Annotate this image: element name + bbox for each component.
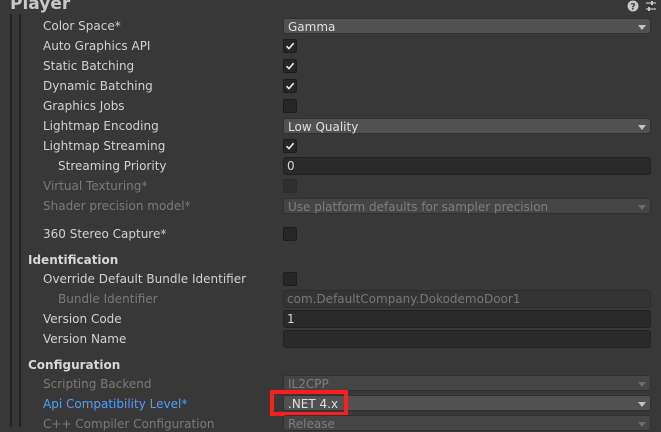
override-bundle-label: Override Default Bundle Identifier	[43, 272, 247, 286]
override-bundle-checkbox[interactable]	[283, 272, 297, 286]
dynamic-batching-checkbox[interactable]	[283, 79, 297, 93]
lightmap-encoding-label: Lightmap Encoding	[43, 119, 159, 133]
version-code-label: Version Code	[43, 312, 122, 326]
svg-text:?: ?	[630, 3, 635, 13]
help-icon[interactable]: ?	[627, 0, 639, 12]
stereo-capture-label: 360 Stereo Capture*	[43, 227, 167, 241]
color-space-label: Color Space*	[43, 19, 121, 33]
version-name-input[interactable]	[283, 330, 651, 348]
chevron-down-icon	[638, 125, 646, 130]
bundle-identifier-input: com.DefaultCompany.DokodemoDoor1	[283, 290, 651, 308]
indent-guide	[10, 14, 12, 427]
api-compat-label: Api Compatibility Level*	[43, 397, 188, 411]
version-code-input[interactable]: 1	[283, 310, 651, 328]
dynamic-batching-label: Dynamic Batching	[43, 79, 153, 93]
shader-precision-value: Use platform defaults for sampler precis…	[288, 200, 549, 214]
chevron-down-icon	[638, 382, 646, 387]
version-name-label: Version Name	[43, 332, 127, 346]
color-space-value: Gamma	[288, 20, 336, 34]
graphics-jobs-label: Graphics Jobs	[43, 99, 125, 113]
virtual-texturing-checkbox	[283, 179, 297, 193]
scripting-backend-value: IL2CPP	[288, 377, 329, 391]
static-batching-checkbox[interactable]	[283, 59, 297, 73]
identification-header: Identification	[28, 253, 119, 267]
indent-guide	[19, 14, 21, 427]
virtual-texturing-label: Virtual Texturing*	[43, 179, 148, 193]
static-batching-label: Static Batching	[43, 59, 135, 73]
cpp-compiler-label: C++ Compiler Configuration	[43, 417, 215, 431]
stereo-capture-checkbox[interactable]	[283, 227, 297, 241]
streaming-priority-input[interactable]: 0	[283, 157, 651, 175]
auto-graphics-api-label: Auto Graphics API	[43, 39, 151, 53]
checkmark-icon	[285, 42, 295, 50]
page-title: Player	[10, 0, 71, 14]
lightmap-encoding-dropdown[interactable]: Low Quality	[283, 118, 651, 134]
lightmap-encoding-value: Low Quality	[288, 120, 359, 134]
cpp-compiler-dropdown: Release	[283, 415, 651, 431]
checkmark-icon	[285, 142, 295, 150]
shader-precision-dropdown: Use platform defaults for sampler precis…	[283, 198, 651, 214]
streaming-priority-label: Streaming Priority	[58, 159, 167, 173]
configuration-header: Configuration	[28, 358, 121, 372]
auto-graphics-api-checkbox[interactable]	[283, 39, 297, 53]
color-space-dropdown[interactable]: Gamma	[283, 18, 651, 34]
lightmap-streaming-checkbox[interactable]	[283, 139, 297, 153]
lightmap-streaming-label: Lightmap Streaming	[43, 139, 166, 153]
scripting-backend-label: Scripting Backend	[43, 377, 152, 391]
annotation-highlight-box	[270, 390, 348, 416]
bundle-identifier-label: Bundle Identifier	[58, 292, 158, 306]
chevron-down-icon	[638, 402, 646, 407]
shader-precision-label: Shader precision model*	[43, 199, 191, 213]
scripting-backend-dropdown: IL2CPP	[283, 375, 651, 391]
checkmark-icon	[285, 62, 295, 70]
chevron-down-icon	[638, 205, 646, 210]
settings-sliders-icon[interactable]	[645, 0, 657, 12]
cpp-compiler-value: Release	[288, 417, 335, 431]
checkmark-icon	[285, 82, 295, 90]
graphics-jobs-checkbox[interactable]	[283, 99, 297, 113]
chevron-down-icon	[638, 422, 646, 427]
chevron-down-icon	[638, 25, 646, 30]
